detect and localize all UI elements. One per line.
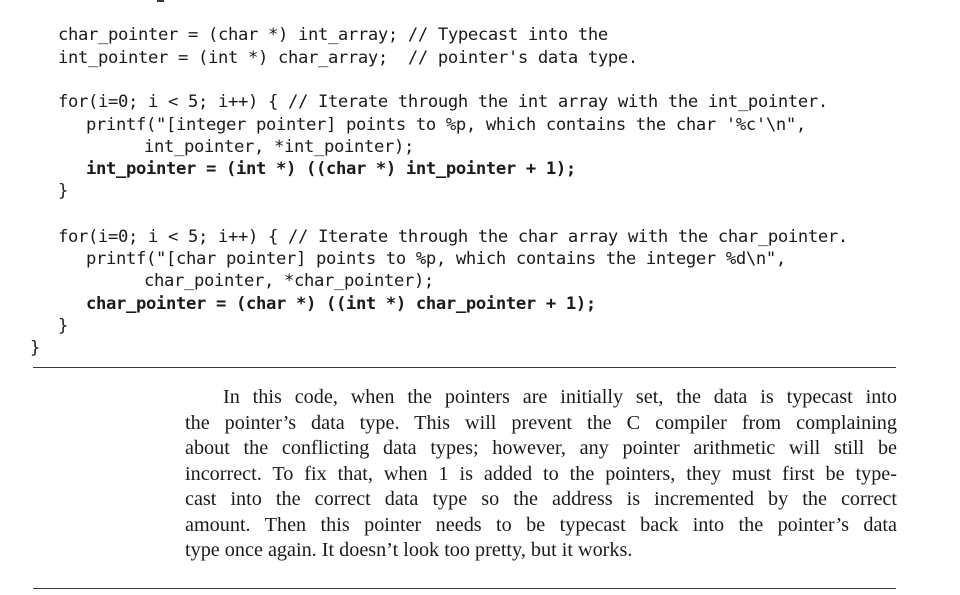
code-line: } xyxy=(30,338,40,358)
paragraph-line: incorrect. To fix that, when 1 is added … xyxy=(185,462,897,485)
paragraph-line: In this code, when the pointers are init… xyxy=(223,386,897,408)
code-line: for(i=0; i < 5; i++) { // Iterate throug… xyxy=(58,227,848,247)
explanation-paragraph: In this code, when the pointers are init… xyxy=(185,385,897,564)
code-line: int_pointer = (int *) char_array; // poi… xyxy=(58,48,638,68)
code-line: } xyxy=(58,181,68,201)
code-line: for(i=0; i < 5; i++) { // Iterate throug… xyxy=(58,92,828,112)
paragraph-line: amount. Then this pointer needs to be ty… xyxy=(185,513,897,536)
code-line-highlighted: char_pointer = (char *) ((int *) char_po… xyxy=(86,294,596,314)
code-line: printf("[char pointer] points to %p, whi… xyxy=(86,249,786,269)
code-line: int_pointer, *int_pointer); xyxy=(144,137,414,157)
code-line-highlighted: int_pointer = (int *) ((char *) int_poin… xyxy=(86,159,576,179)
paragraph-line: cast into the correct data type so the a… xyxy=(185,488,897,510)
section-rule-top xyxy=(33,367,896,368)
section-rule-bottom xyxy=(33,588,896,589)
paragraph-line: type once again. It doesn’t look too pre… xyxy=(185,539,633,561)
code-line: char_pointer = (char *) int_array; // Ty… xyxy=(58,25,608,45)
code-line: } xyxy=(58,316,68,336)
code-listing: char_pointer = (char *) int_array; // Ty… xyxy=(0,0,960,360)
code-line: printf("[integer pointer] points to %p, … xyxy=(86,115,806,135)
paragraph-line: the pointer’s data type. This will preve… xyxy=(185,411,897,434)
paragraph-line: about the conflicting data types; howeve… xyxy=(185,437,897,459)
code-line: char_pointer, *char_pointer); xyxy=(144,271,434,291)
